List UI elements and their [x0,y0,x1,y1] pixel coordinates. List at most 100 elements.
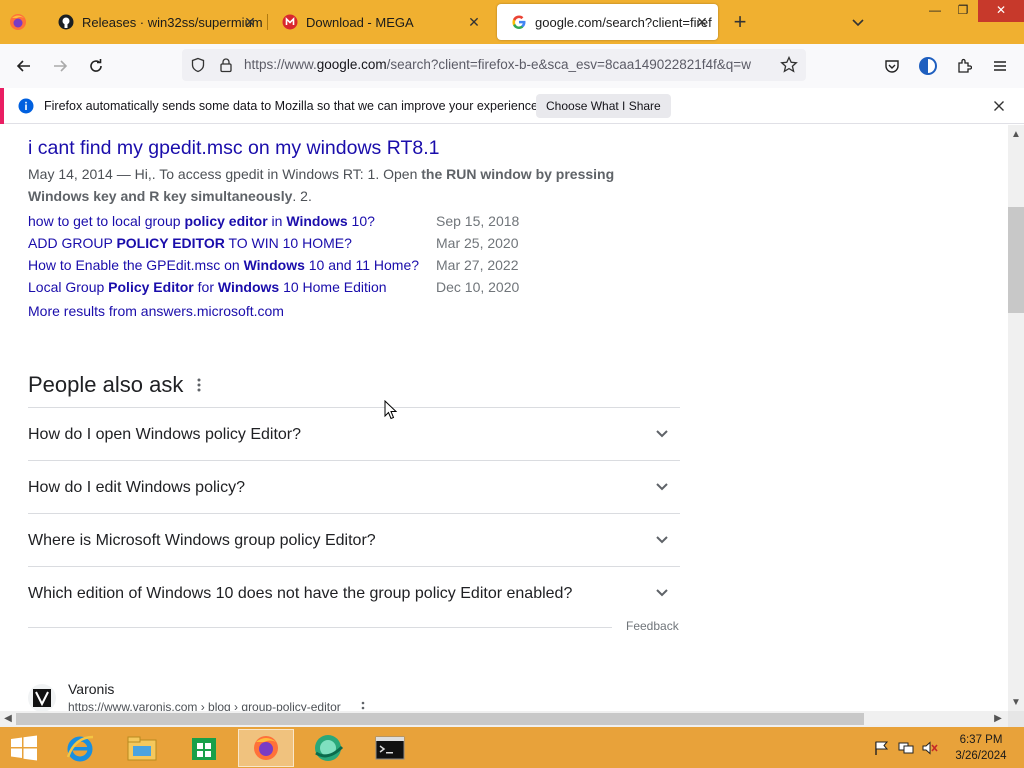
url-text[interactable]: https://www.google.com/search?client=fir… [244,49,772,81]
close-tab-icon[interactable]: ✕ [466,14,482,30]
tab-title: Releases · win32ss/supermium [82,14,263,30]
network-icon[interactable] [898,741,914,755]
sub-result-text: Windows [243,257,305,273]
firefox-menu-icon[interactable] [8,12,28,32]
sub-result-text: policy editor [184,213,268,229]
windows-start-icon[interactable] [10,735,38,761]
notification-text: Firefox automatically sends some data to… [44,99,542,113]
restore-button[interactable]: ❐ [948,0,978,22]
lock-icon[interactable] [218,57,234,73]
dark-reader-button[interactable] [916,54,940,78]
horizontal-scrollbar-thumb[interactable] [16,713,864,725]
app-menu-button[interactable] [988,54,1012,78]
file-explorer-icon[interactable] [114,729,170,767]
chevron-down-icon[interactable] [650,581,674,605]
sub-result-text: Local Group [28,279,109,295]
pocket-button[interactable] [880,54,904,78]
people-also-ask-list: How do I open Windows policy Editor? How… [28,407,680,619]
feedback-link[interactable]: Feedback [626,619,679,633]
chevron-down-icon[interactable] [650,528,674,552]
new-tab-button[interactable]: + [730,11,750,33]
sub-result-text: ADD GROUP [28,235,117,251]
scroll-up-arrow-icon[interactable]: ▲ [1008,127,1024,143]
address-bar[interactable]: https://www.google.com/search?client=fir… [182,49,806,81]
store-icon[interactable] [176,729,232,767]
tab-google-search[interactable]: google.com/search?client=firef ✕ [497,4,718,40]
firefox-icon[interactable] [238,729,294,767]
url-prefix: https://www. [244,57,317,72]
sub-result-link[interactable]: How to Enable the GPEdit.msc on Windows … [28,257,419,273]
clock-date: 3/26/2024 [955,750,1007,762]
pocket-icon [885,60,899,73]
internet-explorer-icon[interactable] [52,729,108,767]
puzzle-icon [958,58,972,73]
system-clock[interactable]: 6:37 PM 3/26/2024 [948,732,1014,764]
data-collection-notification: Firefox automatically sends some data to… [0,88,1024,124]
more-options-icon[interactable] [194,377,204,393]
tab-supermium[interactable]: Releases · win32ss/supermium ✕ [44,0,266,44]
sub-result-text: 10 and 11 Home? [304,257,420,273]
close-tab-icon[interactable]: ✕ [694,14,710,30]
browser-icon[interactable] [300,729,356,767]
more-options-icon[interactable] [359,701,367,711]
action-center-flag-icon[interactable] [874,741,890,755]
scroll-left-arrow-icon[interactable]: ◀ [0,711,16,727]
close-tab-icon[interactable]: ✕ [242,14,258,30]
scroll-down-arrow-icon[interactable]: ▼ [1008,695,1024,711]
result-title-link[interactable]: i cant find my gpedit.msc on my windows … [28,137,439,160]
choose-what-i-share-button[interactable]: Choose What I Share [536,94,671,118]
sub-result-text: 10? [347,213,375,229]
chevron-down-icon[interactable] [650,475,674,499]
sub-result-text: TO WIN 10 HOME? [224,235,352,251]
tab-mega[interactable]: Download - MEGA ✕ [268,0,490,44]
sub-result-date: Mar 25, 2020 [436,235,519,251]
scroll-right-arrow-icon[interactable]: ▶ [990,711,1006,727]
paa-question[interactable]: How do I open Windows policy Editor? [28,407,680,460]
url-path: /search?client=firefox-b-e&sca_esv=8caa1… [386,57,751,72]
result-site-name[interactable]: Varonis [68,681,114,697]
more-results-link[interactable]: More results from answers.microsoft.com [28,303,284,319]
paa-question[interactable]: Where is Microsoft Windows group policy … [28,513,680,566]
paa-question[interactable]: Which edition of Windows 10 does not hav… [28,566,680,619]
sub-result-link[interactable]: Local Group Policy Editor for Windows 10… [28,279,387,295]
bookmark-star-icon[interactable] [780,56,798,74]
reload-icon [90,59,102,72]
back-button[interactable] [12,54,36,78]
people-also-ask-heading: People also ask [28,372,184,397]
result-site-url[interactable]: https://www.varonis.com › blog › group-p… [68,700,341,711]
site-favicon[interactable] [28,684,56,711]
chevron-down-icon[interactable] [850,14,866,30]
info-icon [18,98,34,114]
reload-button[interactable] [84,54,108,78]
paa-question[interactable]: How do I edit Windows policy? [28,460,680,513]
minimize-button[interactable]: — [920,0,950,22]
windows-taskbar: 6:37 PM 3/26/2024 [0,727,1024,768]
clock-time: 6:37 PM [959,734,1003,746]
mega-icon [282,14,298,30]
mouse-cursor-icon [384,400,398,420]
paa-question-text: How do I edit Windows policy? [28,479,245,496]
sub-result-text: Policy Editor [108,279,194,295]
sub-result-date: Sep 15, 2018 [436,213,520,229]
result-snippet: May 14, 2014 — Hi,. To access gpedit in … [28,163,668,207]
sub-result-text: POLICY EDITOR [116,235,225,251]
cmd-icon[interactable] [362,729,418,767]
sub-result-text: How to Enable the GPEdit.msc on [28,257,244,273]
google-icon [512,15,526,29]
sub-result-text: Windows [217,279,280,295]
tab-title: google.com/search?client=firef [535,14,712,30]
sub-result-date: Mar 27, 2022 [436,257,519,273]
notification-accent [0,88,4,124]
tracking-protection-shield-icon[interactable] [190,57,206,73]
close-icon[interactable] [993,100,1005,112]
vertical-scrollbar-thumb[interactable] [1008,207,1024,313]
close-window-button[interactable]: ✕ [978,0,1024,22]
chevron-down-icon[interactable] [650,422,674,446]
sub-result-link[interactable]: how to get to local group policy editor … [28,213,375,229]
forward-button[interactable] [48,54,72,78]
volume-muted-icon[interactable] [922,741,938,755]
sub-result-link[interactable]: ADD GROUP POLICY EDITOR TO WIN 10 HOME? [28,235,352,251]
snippet-date: May 14, 2014 [28,166,113,182]
extensions-button[interactable] [952,54,976,78]
varonis-logo-icon [33,689,51,707]
